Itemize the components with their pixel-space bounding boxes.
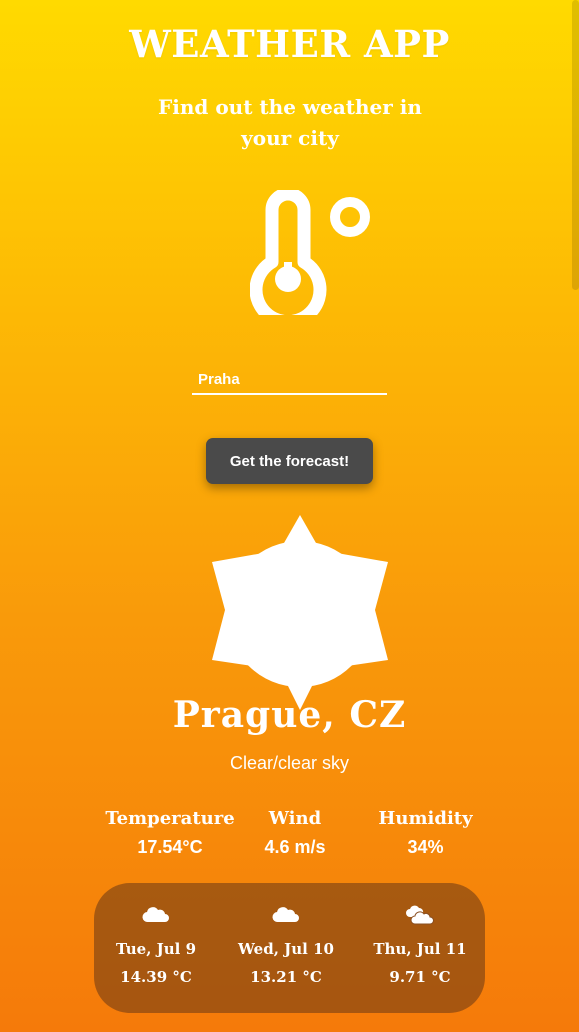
forecast-temp: 14.39 °C xyxy=(120,968,192,986)
forecast-day: Thu, Jul 11 9.71 °C xyxy=(358,905,482,988)
forecast-date: Tue, Jul 9 xyxy=(115,940,197,958)
wind-label: Wind xyxy=(268,808,322,829)
cloud-icon xyxy=(272,907,299,923)
get-forecast-button[interactable]: Get the forecast! xyxy=(206,438,373,484)
wind-value: 4.6 m/s xyxy=(264,837,326,857)
forecast-date: Thu, Jul 11 xyxy=(373,940,467,958)
humidity-label: Humidity xyxy=(378,808,473,829)
temperature-stat: Temperature 17.54°C xyxy=(100,806,240,860)
forecast-day: Tue, Jul 9 14.39 °C xyxy=(94,905,218,988)
temperature-value: 17.54°C xyxy=(137,837,203,857)
humidity-stat: Humidity 34% xyxy=(368,806,483,860)
weather-condition: Clear/clear sky xyxy=(229,753,350,773)
humidity-value: 34% xyxy=(407,837,444,857)
forecast-panel: Tue, Jul 9 14.39 °C Wed, Jul 10 13.21 °C… xyxy=(94,883,485,1013)
wind-stat: Wind 4.6 m/s xyxy=(245,806,345,860)
sun-icon xyxy=(212,515,388,710)
app-title: WEATHER APP xyxy=(129,22,450,66)
thermometer-celsius-icon xyxy=(250,190,370,315)
clouds-icon xyxy=(406,905,434,925)
app-subtitle: Find out the weather in your city xyxy=(158,95,422,150)
forecast-temp: 9.71 °C xyxy=(389,968,451,986)
city-search-input[interactable] xyxy=(192,365,387,395)
temperature-label: Temperature xyxy=(105,808,235,829)
city-name: Prague, CZ xyxy=(172,694,407,736)
forecast-date: Wed, Jul 10 xyxy=(238,940,334,958)
forecast-temp: 13.21 °C xyxy=(250,968,322,986)
forecast-day: Wed, Jul 10 13.21 °C xyxy=(224,905,348,988)
cloud-icon xyxy=(142,907,169,923)
